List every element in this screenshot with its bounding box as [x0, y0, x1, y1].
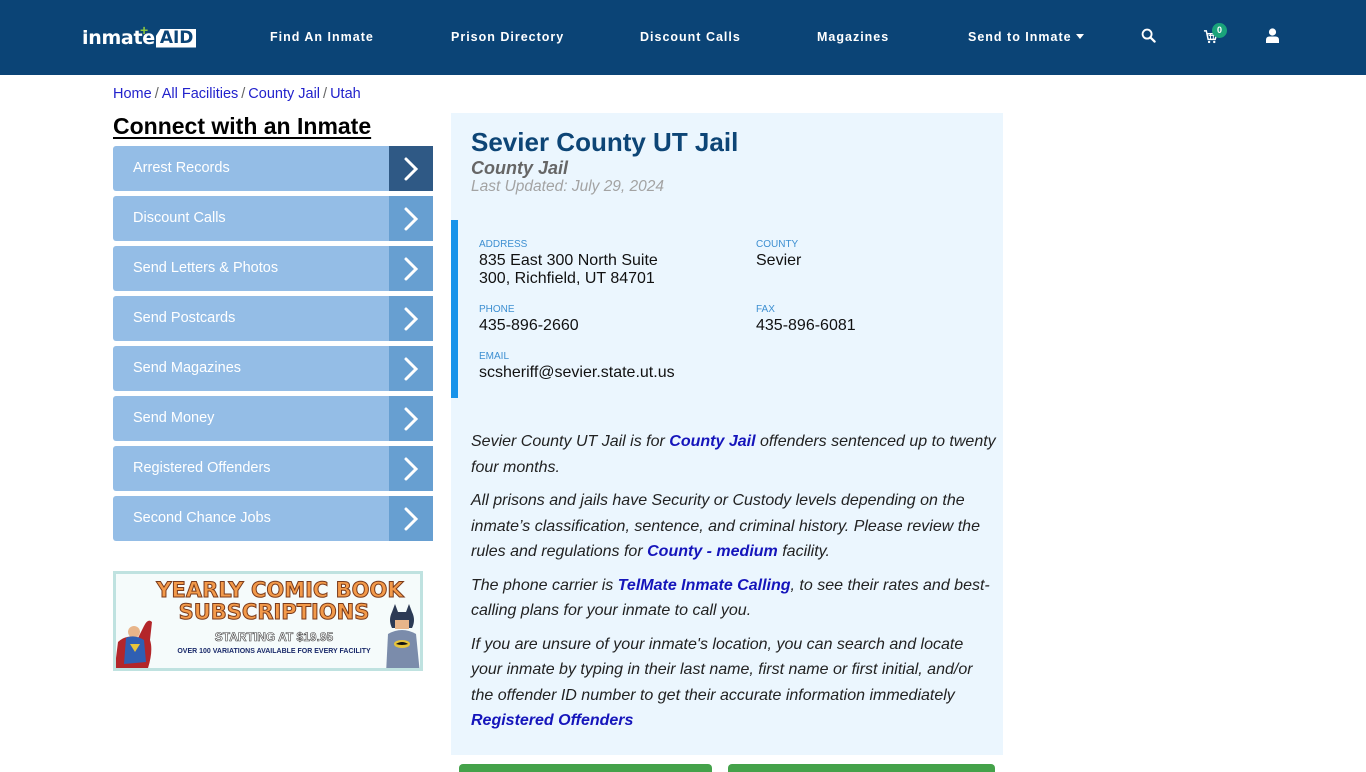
sidebar-item-label: Send Magazines [133, 360, 242, 376]
fax-label: FAX [756, 304, 775, 315]
sidebar-item-label: Send Money [133, 410, 215, 426]
nav-discount-calls[interactable]: Discount Calls [640, 30, 741, 44]
facility-type: County Jail [471, 158, 569, 178]
ad-headline: YEARLY COMIC BOOK [156, 578, 404, 603]
logo-badge: AID [155, 28, 197, 48]
sidebar-title: Connect with an Inmate [113, 113, 372, 139]
facility-description: Sevier County UT Jail is for County Jail… [471, 429, 996, 742]
description-paragraph: Sevier County UT Jail is for County Jail… [471, 429, 996, 480]
chevron-right-icon [389, 446, 433, 491]
chevron-right-icon [389, 396, 433, 441]
sidebar-item-send-money[interactable]: Send Money [113, 396, 433, 441]
action-button-right[interactable] [728, 764, 995, 772]
search-icon[interactable] [1141, 28, 1156, 48]
address-line-1: 835 East 300 North Suite [479, 252, 658, 269]
address-field: ADDRESS 835 East 300 North Suite 300, Ri… [479, 239, 709, 288]
sidebar-item-arrest-records[interactable]: Arrest Records [113, 146, 433, 191]
registered-offenders-link[interactable]: Registered Offenders [471, 712, 633, 729]
county-label: COUNTY [756, 239, 799, 250]
breadcrumb-separator: / [323, 86, 328, 102]
sidebar-item-registered-offenders[interactable]: Registered Offenders [113, 446, 433, 491]
sidebar-item-send-postcards[interactable]: Send Postcards [113, 296, 433, 341]
text: If you are unsure of your inmate's locat… [471, 635, 973, 704]
breadcrumb-all-facilities[interactable]: All Facilities [162, 86, 239, 102]
action-button-left[interactable] [459, 764, 712, 772]
breadcrumb-county-jail[interactable]: County Jail [248, 86, 320, 102]
county-jail-link[interactable]: County Jail [669, 433, 755, 450]
caret-down-icon [1075, 34, 1084, 39]
county-field: COUNTY Sevier [756, 239, 801, 270]
breadcrumb: Home / All Facilities / County Jail / Utah [113, 86, 361, 102]
top-navbar: inmate AID + Find An Inmate Prison Direc… [0, 0, 1366, 75]
address-label: ADDRESS [479, 239, 528, 250]
facility-panel: Sevier County UT Jail County Jail Last U… [451, 113, 1003, 755]
chevron-right-icon [389, 246, 433, 291]
phone-label: PHONE [479, 304, 515, 315]
nav-send-to-inmate-label: Send to Inmate [968, 30, 1072, 44]
last-updated: Last Updated: July 29, 2024 [471, 178, 665, 195]
chevron-right-icon [389, 196, 433, 241]
sidebar-item-label: Arrest Records [133, 160, 230, 176]
breadcrumb-separator: / [154, 86, 159, 102]
sidebar-item-label: Send Postcards [133, 310, 236, 326]
chevron-right-icon [389, 296, 433, 341]
fax-field: FAX 435-896-6081 [756, 304, 856, 335]
description-paragraph: The phone carrier is TelMate Inmate Call… [471, 573, 996, 624]
sidebar-item-label: Second Chance Jobs [133, 510, 271, 526]
chevron-right-icon [389, 496, 433, 541]
text: The phone carrier is [471, 576, 618, 594]
fax-value: 435-896-6081 [756, 317, 856, 334]
security-level-link[interactable]: County - medium [647, 543, 778, 560]
comic-subscription-ad-banner[interactable]: YEARLY COMIC BOOK SUBSCRIPTIONS STARTING… [113, 571, 423, 671]
sidebar-item-label: Discount Calls [133, 210, 226, 226]
facility-info-box: ADDRESS 835 East 300 North Suite 300, Ri… [451, 220, 1003, 398]
logo-plus-icon: + [140, 22, 149, 38]
breadcrumb-separator: / [241, 86, 246, 102]
sidebar-menu: Arrest Records Discount Calls Send Lette… [113, 146, 433, 546]
sidebar-item-label: Registered Offenders [133, 460, 271, 476]
batman-illustration [386, 604, 420, 668]
text: facility. [777, 543, 830, 560]
chevron-right-icon [389, 346, 433, 391]
email-label: EMAIL [479, 351, 510, 362]
breadcrumb-home[interactable]: Home [113, 86, 152, 102]
sidebar-item-send-letters-photos[interactable]: Send Letters & Photos [113, 246, 433, 291]
phone-carrier-link[interactable]: TelMate Inmate Calling [618, 577, 791, 594]
nav-find-an-inmate[interactable]: Find An Inmate [270, 30, 374, 44]
breadcrumb-utah[interactable]: Utah [330, 86, 361, 102]
nav-prison-directory[interactable]: Prison Directory [451, 30, 564, 44]
sidebar-item-send-magazines[interactable]: Send Magazines [113, 346, 433, 391]
sidebar-item-label: Send Letters & Photos [133, 260, 279, 276]
email-field: EMAIL scsheriff@sevier.state.ut.us [479, 351, 675, 382]
superhero-illustration [116, 620, 152, 668]
chevron-right-icon [389, 146, 433, 191]
phone-field: PHONE 435-896-2660 [479, 304, 579, 335]
facility-title: Sevier County UT Jail [471, 127, 739, 157]
nav-send-to-inmate[interactable]: Send to Inmate [968, 30, 1084, 44]
sidebar-item-second-chance-jobs[interactable]: Second Chance Jobs [113, 496, 433, 541]
nav-magazines[interactable]: Magazines [817, 30, 889, 44]
description-paragraph: All prisons and jails have Security or C… [471, 488, 996, 565]
address-line-2: 300, Richfield, UT 84701 [479, 270, 655, 287]
sidebar-item-discount-calls[interactable]: Discount Calls [113, 196, 433, 241]
description-paragraph: If you are unsure of your inmate's locat… [471, 632, 996, 734]
text: Sevier County UT Jail is for [471, 433, 670, 450]
user-icon[interactable] [1266, 28, 1279, 48]
phone-value[interactable]: 435-896-2660 [479, 317, 579, 335]
cart-count-badge: 0 [1212, 23, 1227, 38]
email-value[interactable]: scsheriff@sevier.state.ut.us [479, 364, 675, 382]
county-value: Sevier [756, 252, 802, 269]
